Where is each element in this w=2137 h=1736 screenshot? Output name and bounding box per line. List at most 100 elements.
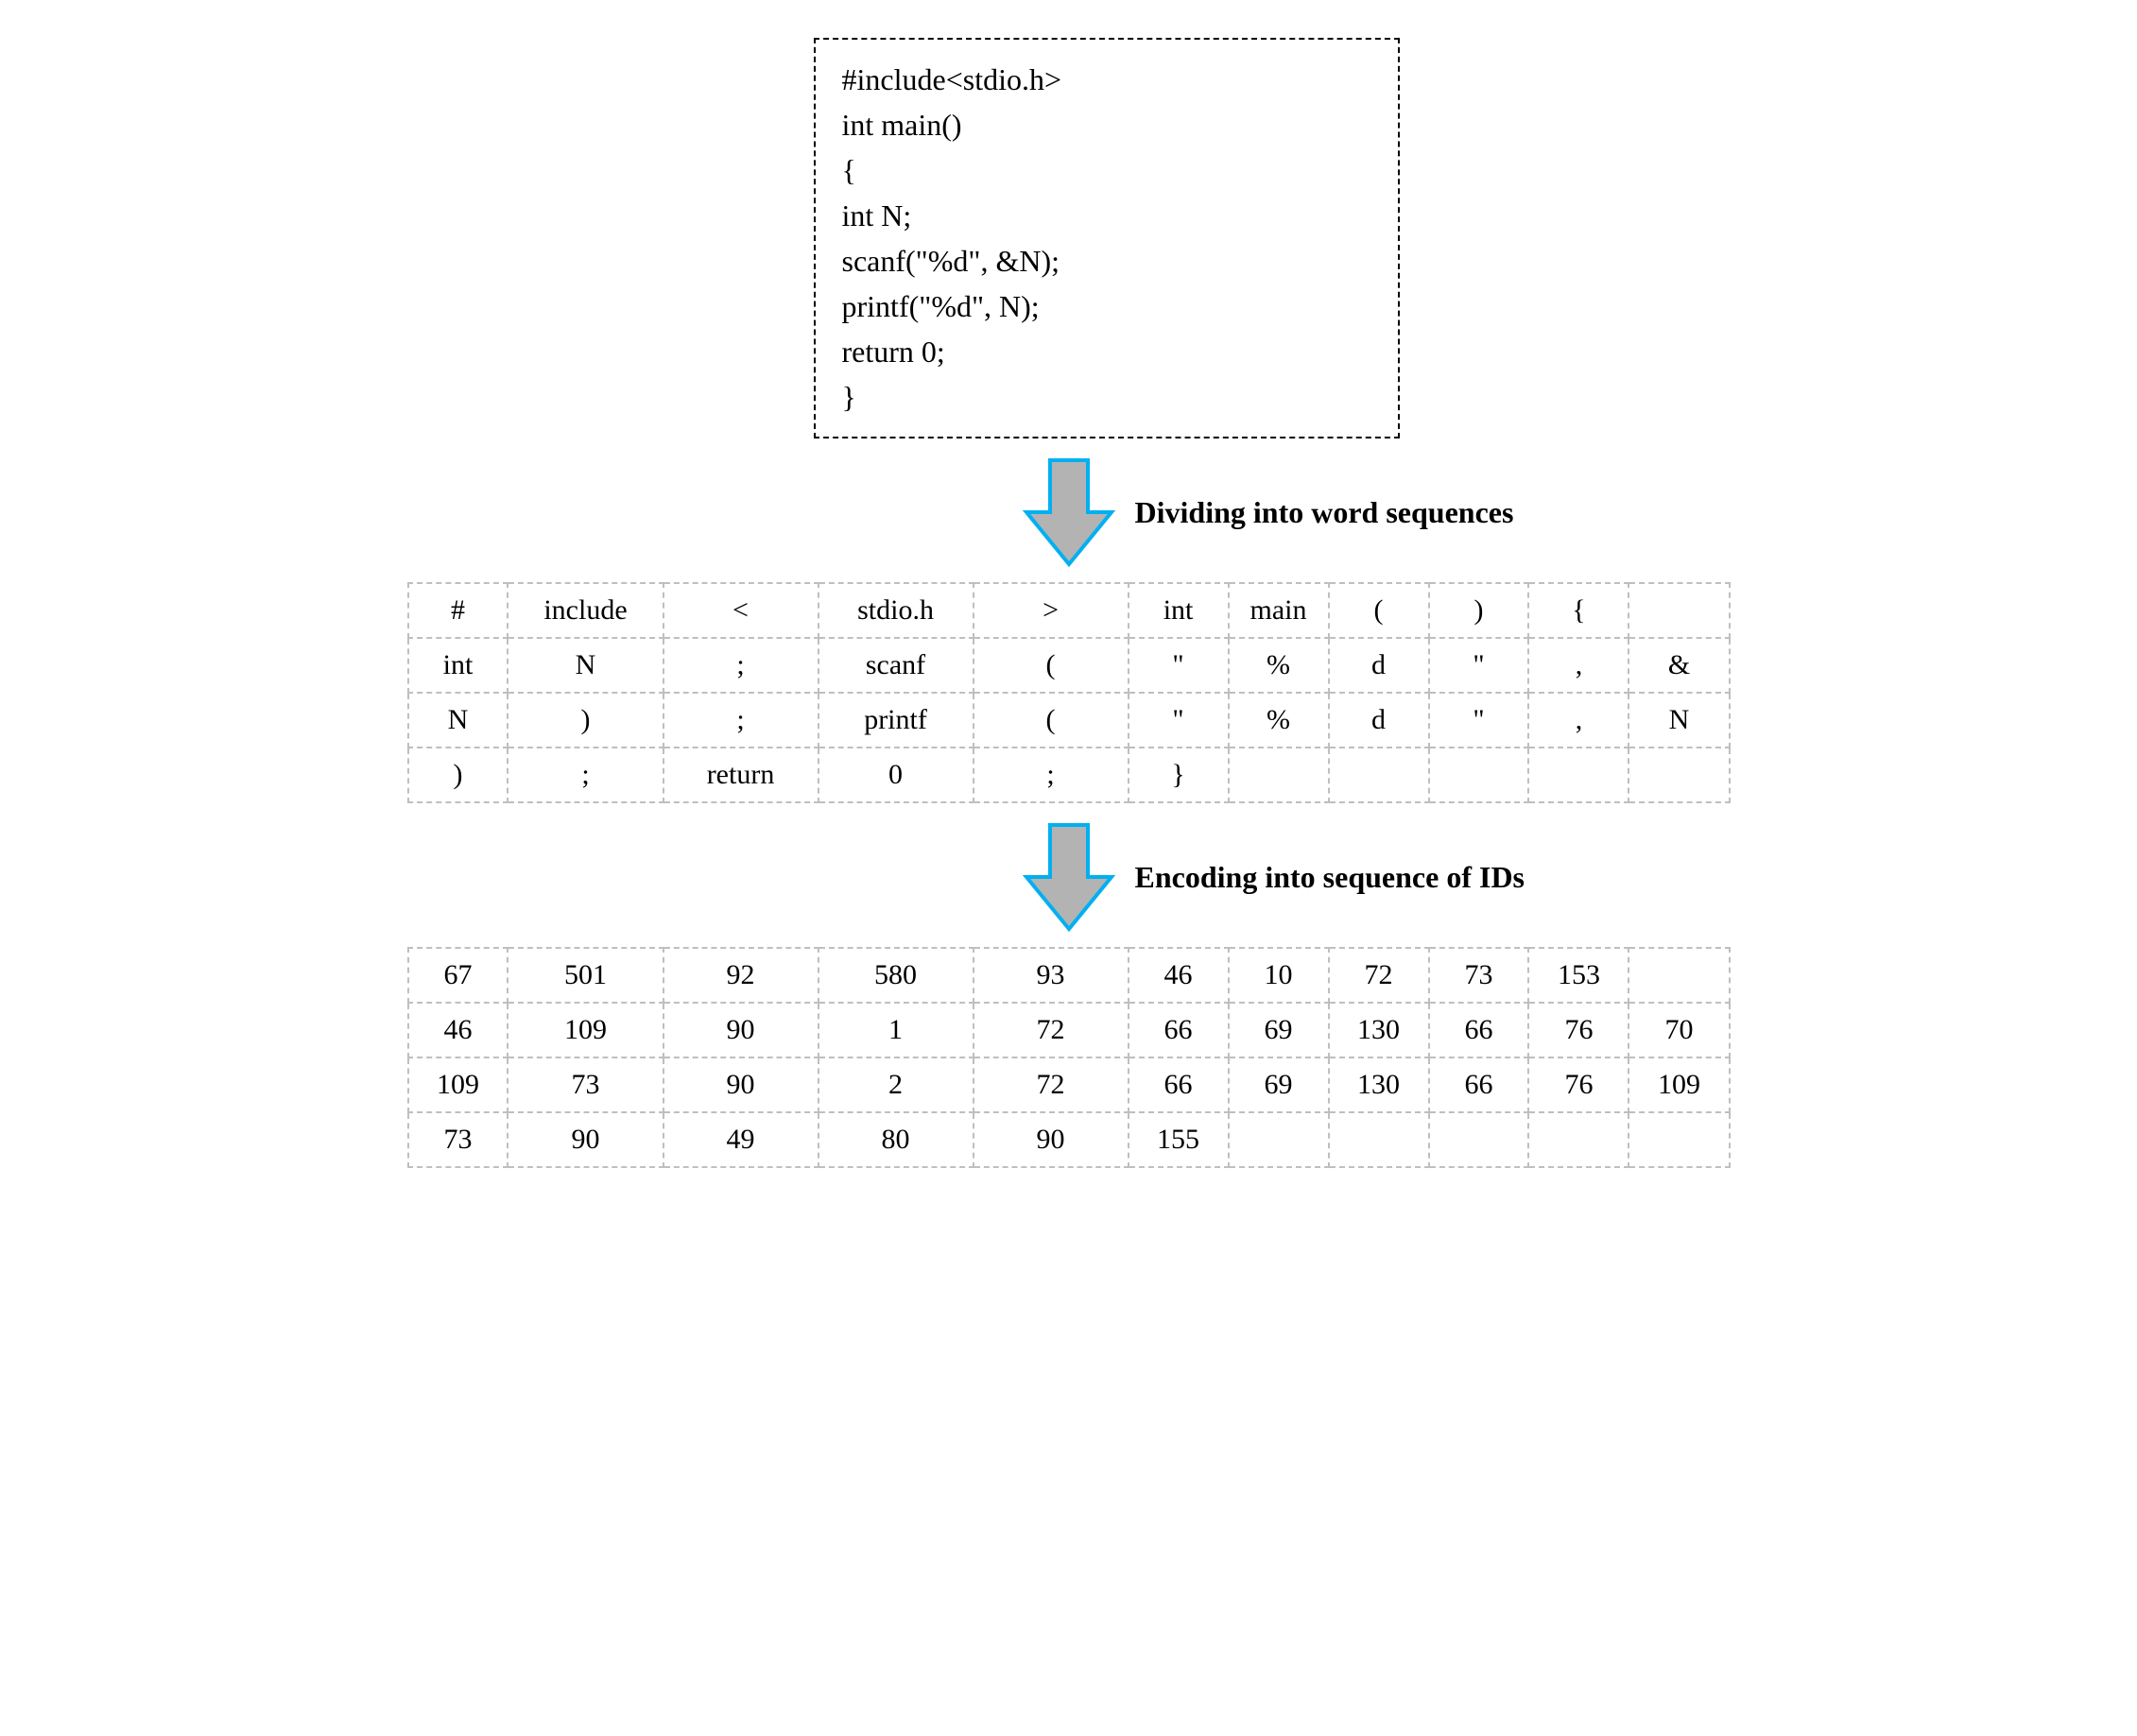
id-cell: 72 [1329, 948, 1429, 1003]
code-line: } [842, 374, 1371, 420]
token-cell: ) [1429, 583, 1529, 638]
token-cell: { [1528, 583, 1629, 638]
id-cell [1528, 1112, 1629, 1167]
token-cell: ; [508, 748, 663, 802]
token-cell: % [1229, 638, 1329, 693]
id-cell: 73 [1429, 948, 1529, 1003]
id-cell: 109 [408, 1057, 508, 1112]
token-cell [1229, 748, 1329, 802]
token-cell: ; [664, 638, 819, 693]
token-grid: # include < stdio.h > int main ( ) { int… [407, 582, 1731, 803]
token-cell: , [1528, 693, 1629, 748]
arrow-caption-1: Dividing into word sequences [1135, 495, 1514, 530]
token-cell: printf [819, 693, 974, 748]
id-cell: 92 [664, 948, 819, 1003]
id-cell: 69 [1229, 1003, 1329, 1057]
token-cell: return [664, 748, 819, 802]
token-cell: & [1629, 638, 1729, 693]
id-cell: 580 [819, 948, 974, 1003]
id-cell [1429, 1112, 1529, 1167]
token-cell: " [1429, 693, 1529, 748]
token-cell: < [664, 583, 819, 638]
token-cell: N [508, 638, 663, 693]
code-line: return 0; [842, 329, 1371, 374]
id-cell: 155 [1129, 1112, 1229, 1167]
token-cell: N [1629, 693, 1729, 748]
code-line: printf("%d", N); [842, 284, 1371, 329]
token-cell: int [408, 638, 508, 693]
token-cell: main [1229, 583, 1329, 638]
token-cell: 0 [819, 748, 974, 802]
id-cell: 130 [1329, 1003, 1429, 1057]
token-cell [1329, 748, 1429, 802]
token-cell: ( [974, 638, 1129, 693]
token-cell: d [1329, 638, 1429, 693]
id-cell: 66 [1429, 1003, 1529, 1057]
code-line: { [842, 147, 1371, 193]
arrow-section-1: Dividing into word sequences [407, 455, 1731, 569]
id-cell: 109 [1629, 1057, 1729, 1112]
arrow-section-2: Encoding into sequence of IDs [407, 820, 1731, 934]
id-cell: 90 [974, 1112, 1129, 1167]
token-cell: > [974, 583, 1129, 638]
token-cell: include [508, 583, 663, 638]
token-cell: , [1528, 638, 1629, 693]
id-cell: 501 [508, 948, 663, 1003]
id-cell: 1 [819, 1003, 974, 1057]
id-cell: 109 [508, 1003, 663, 1057]
id-cell: 76 [1528, 1057, 1629, 1112]
token-cell: ( [974, 693, 1129, 748]
code-line: int N; [842, 193, 1371, 238]
id-cell: 49 [664, 1112, 819, 1167]
token-cell [1528, 748, 1629, 802]
token-cell: ; [664, 693, 819, 748]
id-cell: 66 [1429, 1057, 1529, 1112]
token-cell: } [1129, 748, 1229, 802]
token-cell [1429, 748, 1529, 802]
token-cell: ; [974, 748, 1129, 802]
token-cell: int [1129, 583, 1229, 638]
id-cell: 153 [1528, 948, 1629, 1003]
token-cell: % [1229, 693, 1329, 748]
code-line: int main() [842, 102, 1371, 147]
id-cell: 90 [664, 1003, 819, 1057]
token-cell: N [408, 693, 508, 748]
id-cell: 72 [974, 1057, 1129, 1112]
token-cell: stdio.h [819, 583, 974, 638]
id-cell: 46 [408, 1003, 508, 1057]
id-cell: 10 [1229, 948, 1329, 1003]
code-line: scanf("%d", &N); [842, 238, 1371, 284]
id-cell [1629, 948, 1729, 1003]
id-cell: 66 [1129, 1003, 1229, 1057]
id-cell: 93 [974, 948, 1129, 1003]
id-cell: 66 [1129, 1057, 1229, 1112]
id-cell: 46 [1129, 948, 1229, 1003]
token-cell [1629, 583, 1729, 638]
token-cell: " [1129, 638, 1229, 693]
id-cell: 70 [1629, 1003, 1729, 1057]
token-cell: scanf [819, 638, 974, 693]
token-cell [1629, 748, 1729, 802]
down-arrow-icon [1022, 820, 1116, 934]
id-cell: 90 [508, 1112, 663, 1167]
down-arrow-icon [1022, 455, 1116, 569]
token-cell: ) [508, 693, 663, 748]
id-cell: 90 [664, 1057, 819, 1112]
token-cell: " [1429, 638, 1529, 693]
source-code-box: #include<stdio.h> int main() { int N; sc… [814, 38, 1400, 438]
id-cell [1229, 1112, 1329, 1167]
id-cell: 2 [819, 1057, 974, 1112]
token-cell: d [1329, 693, 1429, 748]
id-cell: 69 [1229, 1057, 1329, 1112]
id-cell: 72 [974, 1003, 1129, 1057]
id-cell [1329, 1112, 1429, 1167]
id-cell: 76 [1528, 1003, 1629, 1057]
id-cell: 67 [408, 948, 508, 1003]
code-line: #include<stdio.h> [842, 57, 1371, 102]
arrow-caption-2: Encoding into sequence of IDs [1135, 860, 1525, 895]
token-cell: ( [1329, 583, 1429, 638]
id-cell: 73 [408, 1112, 508, 1167]
id-cell: 73 [508, 1057, 663, 1112]
token-cell: # [408, 583, 508, 638]
id-cell: 80 [819, 1112, 974, 1167]
